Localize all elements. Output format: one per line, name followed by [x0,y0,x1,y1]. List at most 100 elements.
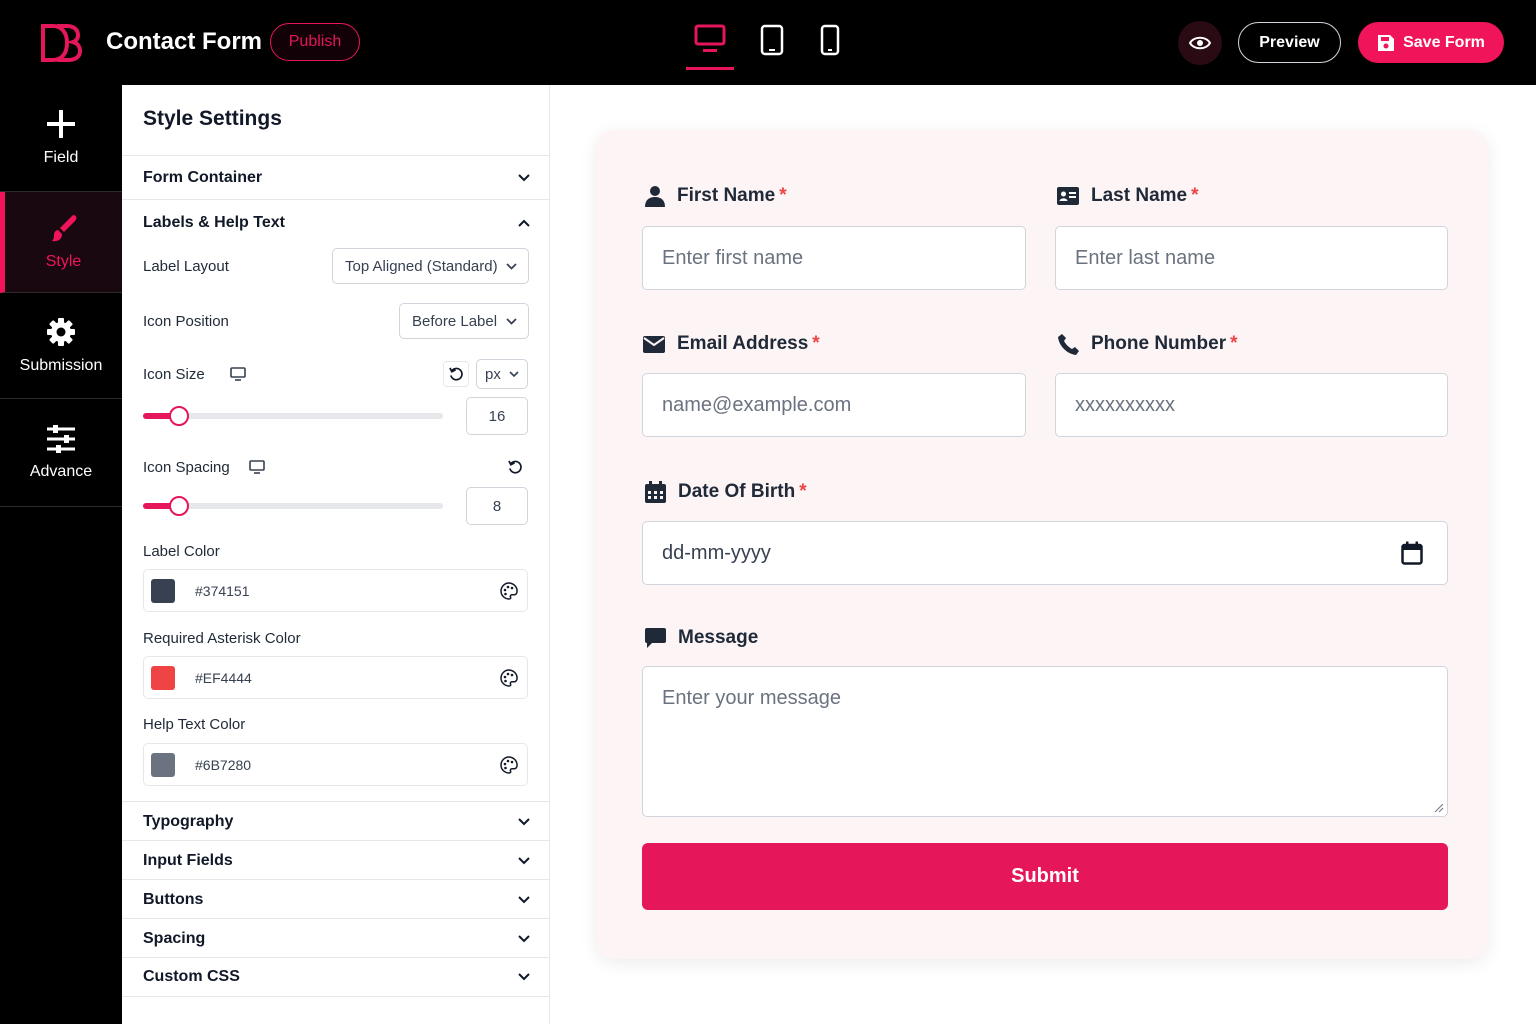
last-name-input[interactable]: Enter last name [1055,226,1448,290]
left-rail: Field Style Submission Advance [0,85,122,1024]
palette-icon[interactable] [500,669,518,687]
desktop-view-button[interactable] [686,24,734,70]
label-layout-select[interactable]: Top Aligned (Standard) [332,248,529,284]
desktop-icon [694,24,726,52]
section-input-fields[interactable]: Input Fields [122,840,550,880]
first-name-input[interactable]: Enter first name [642,226,1026,290]
section-label: Buttons [143,890,204,908]
message-text: Message [678,627,759,648]
icon-size-unit-select[interactable]: px [476,359,528,389]
label-color-label: Label Color [143,543,220,560]
plus-icon [47,110,75,138]
reset-icon [507,460,522,474]
first-name-text: First Name [677,185,776,206]
section-label: Input Fields [143,851,233,869]
rail-item-advance[interactable]: Advance [0,399,122,507]
asterisk-color-swatch[interactable] [151,665,175,690]
user-icon [645,186,665,207]
icon-position-select[interactable]: Before Label [399,303,529,339]
visibility-toggle-button[interactable] [1178,21,1222,65]
message-textarea[interactable]: Enter your message [642,666,1448,817]
icon-size-input[interactable]: 16 [466,397,528,435]
section-label: Custom CSS [143,968,240,985]
icon-position-value: Before Label [412,312,498,330]
icon-spacing-reset-button[interactable] [502,454,528,480]
section-spacing[interactable]: Spacing [122,918,550,958]
rail-item-style[interactable]: Style [0,192,122,293]
responsive-desktop-icon[interactable] [230,367,246,381]
help-color-field[interactable]: #6B7280 [143,743,528,786]
chevron-down-icon [509,371,519,377]
required-asterisk: * [779,185,787,206]
last-name-label: Last Name * [1057,185,1199,207]
help-color-value: #6B7280 [195,756,252,773]
style-settings-panel: Style Settings Form Container Labels & H… [122,85,550,1024]
required-asterisk: * [812,333,820,354]
reset-icon [448,367,463,381]
resize-handle-icon[interactable] [1434,803,1444,813]
date-picker-icon[interactable] [1401,541,1423,565]
rail-label-field: Field [43,149,79,166]
section-custom-css[interactable]: Custom CSS [122,957,550,997]
rail-label-advance: Advance [29,462,93,480]
chevron-down-icon [518,973,530,981]
icon-size-reset-button[interactable] [443,361,469,387]
required-asterisk: * [799,481,807,502]
icon-size-slider[interactable] [143,406,443,426]
slider-handle[interactable] [169,406,189,426]
label-color-value: #374151 [195,582,250,599]
message-label: Message [645,627,758,649]
label-color-swatch[interactable] [151,578,175,603]
save-form-button[interactable]: Save Form [1358,22,1504,63]
rail-item-submission[interactable]: Submission [0,293,122,399]
section-label: Labels & Help Text [143,213,285,231]
dob-input[interactable]: dd-mm-yyyy [642,521,1448,585]
section-labels-help-text[interactable]: Labels & Help Text [122,199,550,245]
mobile-view-button[interactable] [816,24,844,64]
preview-button[interactable]: Preview [1238,22,1341,63]
label-color-field[interactable]: #374151 [143,569,528,612]
submit-button[interactable]: Submit [642,843,1448,910]
palette-icon[interactable] [500,756,518,774]
app-title: Contact Form [106,28,262,55]
icon-spacing-input[interactable]: 8 [466,487,528,525]
icon-size-label: Icon Size [143,366,205,383]
asterisk-color-label: Required Asterisk Color [143,630,301,647]
publish-button[interactable]: Publish [270,23,360,61]
section-buttons[interactable]: Buttons [122,879,550,919]
rail-label-style: Style [45,253,82,270]
phone-text: Phone Number [1091,333,1227,354]
palette-icon[interactable] [500,582,518,600]
sliders-icon [47,424,75,453]
dob-text: Date Of Birth [678,481,796,502]
icon-spacing-slider[interactable] [143,496,443,516]
brush-icon [51,215,76,242]
section-form-container[interactable]: Form Container [122,155,550,199]
section-label: Typography [143,812,234,830]
chat-bubble-icon [645,628,666,648]
responsive-desktop-icon[interactable] [249,460,265,474]
label-layout-label: Label Layout [143,258,229,275]
icon-position-label: Icon Position [143,313,229,330]
required-asterisk: * [1230,333,1238,354]
tablet-view-button[interactable] [756,24,788,64]
calendar-icon [645,481,666,503]
chevron-down-icon [518,856,530,864]
help-color-label: Help Text Color [143,716,246,733]
asterisk-color-field[interactable]: #EF4444 [143,656,528,699]
email-input[interactable]: name@example.com [642,373,1026,437]
dob-placeholder: dd-mm-yyyy [662,541,771,564]
dob-label: Date Of Birth * [645,481,807,503]
section-typography[interactable]: Typography [122,801,550,841]
chevron-down-icon [518,934,530,942]
mobile-icon [820,24,840,56]
chevron-down-icon [506,317,517,325]
app-logo-icon [41,24,82,62]
help-color-swatch[interactable] [151,752,175,777]
slider-handle[interactable] [169,496,189,516]
rail-item-field[interactable]: Field [0,85,122,192]
panel-title: Style Settings [143,107,282,130]
icon-size-unit: px [485,365,501,383]
phone-input[interactable]: xxxxxxxxxx [1055,373,1448,437]
gear-icon [47,317,75,346]
